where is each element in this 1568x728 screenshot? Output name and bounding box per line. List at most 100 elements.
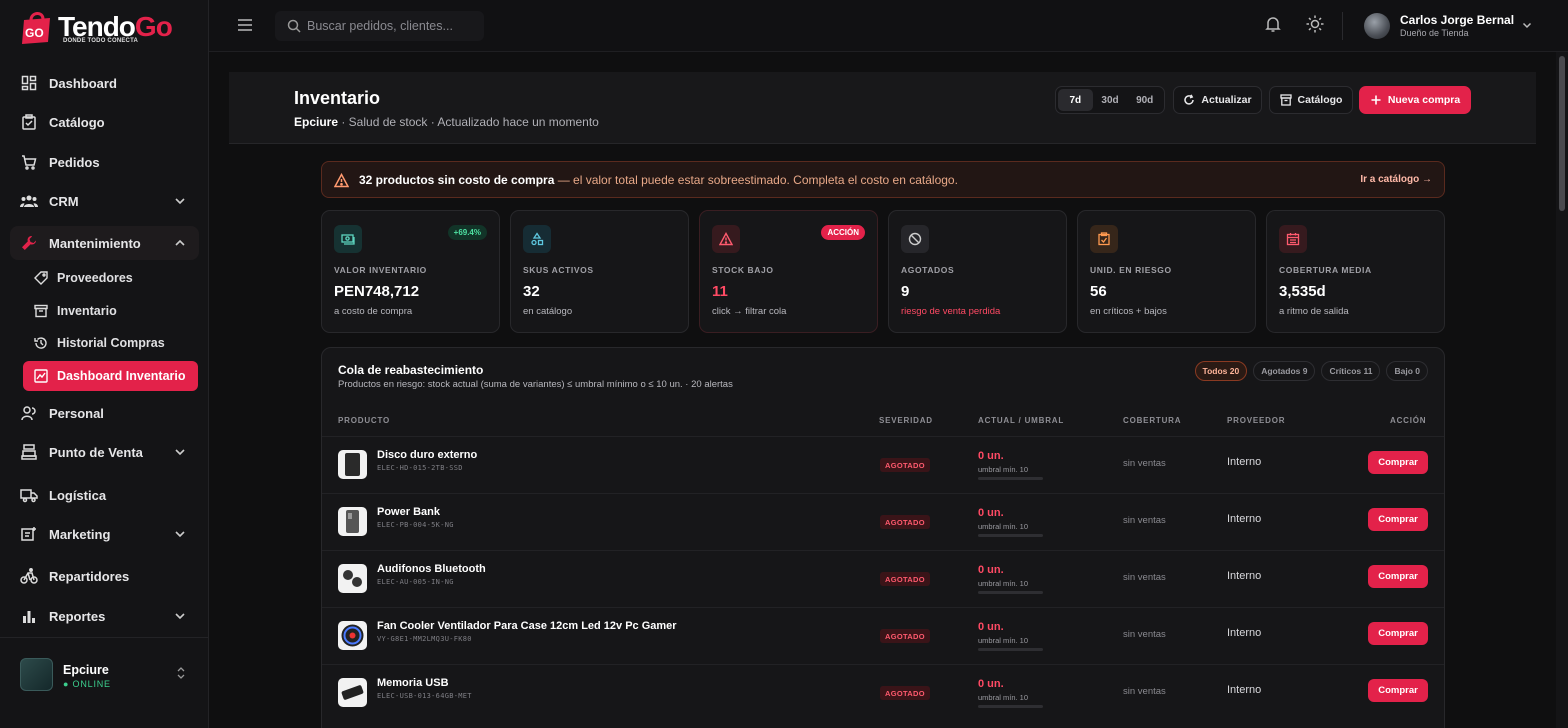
- page-scrollbar[interactable]: [1556, 52, 1568, 728]
- sidebar-subitem-inventario[interactable]: Inventario: [23, 296, 198, 326]
- buy-button[interactable]: Comprar: [1368, 679, 1428, 702]
- stock-progress-bar: [978, 705, 1043, 708]
- threshold: umbral mín. 10: [978, 693, 1029, 702]
- kpi-trend-badge: +69.4%: [447, 225, 487, 240]
- clipboard-check-icon: [1090, 225, 1118, 253]
- chevron-down-icon[interactable]: [1521, 19, 1533, 31]
- store-name: Epciure: [63, 663, 109, 677]
- column-header[interactable]: COBERTURA: [1123, 416, 1181, 425]
- table-row[interactable]: Audifonos Bluetooth ELEC-AU-005-IN-NG AG…: [322, 550, 1444, 607]
- stock-progress-bar: [978, 648, 1043, 651]
- sidebar-item-logistica[interactable]: Logística: [10, 478, 199, 512]
- product-name: Memoria USB: [377, 677, 449, 689]
- sidebar-subitem-proveedores[interactable]: Proveedores: [23, 263, 198, 293]
- current-stock: 0 un.: [978, 450, 1004, 462]
- coverage: sin ventas: [1123, 572, 1166, 583]
- kpi-card-skus-activos: SKUS ACTIVOS 32 en catálogo: [510, 210, 689, 333]
- kpi-card-cobertura-media: COBERTURA MEDIA 3,535d a ritmo de salida: [1266, 210, 1445, 333]
- buy-button[interactable]: Comprar: [1368, 622, 1428, 645]
- column-header[interactable]: PROVEEDOR: [1227, 416, 1285, 425]
- range-90d[interactable]: 90d: [1127, 89, 1162, 111]
- kpi-card-agotados: AGOTADOS 9 riesgo de venta perdida: [888, 210, 1067, 333]
- person-icon: [20, 404, 38, 422]
- go-to-catalog-link[interactable]: Ir a catálogo →: [1360, 174, 1432, 185]
- plus-icon: [1371, 95, 1381, 105]
- table-row[interactable]: Memoria USB ELEC-USB-013-64GB-MET AGOTAD…: [322, 664, 1444, 721]
- table-row[interactable]: Disco duro externo ELEC-HD-015-2TB-SSD A…: [322, 436, 1444, 493]
- sidebar-item-pedidos[interactable]: Pedidos: [10, 145, 199, 179]
- product-name: Audifonos Bluetooth: [377, 563, 486, 575]
- buy-button[interactable]: Comprar: [1368, 565, 1428, 588]
- buy-button[interactable]: Comprar: [1368, 451, 1428, 474]
- kpi-value: 9: [901, 283, 910, 300]
- sidebar-item-personal[interactable]: Personal: [10, 396, 199, 430]
- kpi-label: VALOR INVENTARIO: [334, 265, 427, 275]
- kpi-card-stock-bajo[interactable]: ACCIÓN STOCK BAJO 11 click → filtrar col…: [699, 210, 878, 333]
- sidebar-item-dashboard[interactable]: Dashboard: [10, 66, 199, 100]
- clipboard-icon: [20, 113, 38, 131]
- coverage: sin ventas: [1123, 686, 1166, 697]
- kpi-value: 56: [1090, 283, 1107, 300]
- sidebar-subitem-dashboard-inventario[interactable]: Dashboard Inventario: [23, 361, 198, 391]
- table-row[interactable]: Fan Cooler Ventilador Para Case 12cm Led…: [322, 607, 1444, 664]
- severity-badge: AGOTADO: [880, 686, 930, 700]
- filter-chip-agotados[interactable]: Agotados 9: [1253, 361, 1316, 381]
- kpi-card-valor-inventario: +69.4% VALOR INVENTARIO PEN748,712 a cos…: [321, 210, 500, 333]
- provider: Interno: [1227, 456, 1262, 468]
- catalog-button[interactable]: Catálogo: [1269, 86, 1353, 114]
- product-name: Power Bank: [377, 506, 440, 518]
- product-sku: ELEC-HD-015-2TB-SSD: [377, 464, 463, 472]
- svg-text:GO: GO: [25, 26, 44, 40]
- kpi-value: 3,535d: [1279, 283, 1326, 300]
- kpi-note: a costo de compra: [334, 306, 413, 317]
- campaign-icon: [20, 525, 38, 543]
- sidebar-item-punto-de-venta[interactable]: Punto de Venta: [10, 435, 199, 469]
- filter-chip-todos[interactable]: Todos 20: [1194, 361, 1248, 381]
- range-7d[interactable]: 7d: [1058, 89, 1093, 111]
- menu-icon[interactable]: [236, 16, 254, 34]
- current-stock: 0 un.: [978, 564, 1004, 576]
- buy-button[interactable]: Comprar: [1368, 508, 1428, 531]
- range-30d[interactable]: 30d: [1093, 89, 1128, 111]
- store-switcher[interactable]: Epciure ● ONLINE: [0, 637, 209, 728]
- refresh-button[interactable]: Actualizar: [1173, 86, 1262, 114]
- tag-icon: [33, 271, 48, 286]
- product-thumbnail: [338, 678, 367, 707]
- sidebar-subitem-label: Inventario: [57, 304, 117, 318]
- column-header[interactable]: ACTUAL / UMBRAL: [978, 416, 1064, 425]
- calendar-icon: [1279, 225, 1307, 253]
- sidebar-item-reportes[interactable]: Reportes: [10, 599, 199, 633]
- kpi-label: UNID. EN RIESGO: [1090, 265, 1172, 275]
- scrollbar-thumb[interactable]: [1559, 56, 1565, 211]
- sidebar-subitem-historial-compras[interactable]: Historial Compras: [23, 328, 198, 358]
- sidebar-item-catalogo[interactable]: Catálogo: [10, 105, 199, 139]
- filter-chip-criticos[interactable]: Críticos 11: [1321, 361, 1381, 381]
- swap-vertical-icon[interactable]: [174, 666, 188, 680]
- sun-icon[interactable]: [1305, 14, 1325, 34]
- user-name[interactable]: Carlos Jorge Bernal: [1400, 13, 1514, 27]
- product-sku: ELEC-AU-005-IN-NG: [377, 578, 454, 586]
- sidebar-item-crm[interactable]: CRM: [10, 184, 199, 218]
- filter-chip-bajo[interactable]: Bajo 0: [1386, 361, 1428, 381]
- table-row[interactable]: Power Bank ELEC-PB-004-5K-NG AGOTADO 0 u…: [322, 493, 1444, 550]
- search-box[interactable]: [275, 11, 484, 41]
- kpi-note: en críticos + bajos: [1090, 306, 1167, 317]
- sidebar-item-marketing[interactable]: Marketing: [10, 517, 199, 551]
- chevron-down-icon: [175, 198, 185, 205]
- bell-icon[interactable]: [1264, 15, 1282, 33]
- product-name: Disco duro externo: [377, 449, 478, 461]
- sidebar-item-label: Marketing: [49, 526, 111, 542]
- search-input[interactable]: [307, 11, 477, 41]
- chevron-down-icon: [175, 531, 185, 538]
- provider: Interno: [1227, 684, 1262, 696]
- sidebar-item-repartidores[interactable]: Repartidores: [10, 559, 199, 593]
- avatar[interactable]: [1364, 13, 1390, 39]
- restock-queue: Cola de reabastecimiento Productos en ri…: [321, 347, 1445, 728]
- brand-tagline: DONDE TODO CONECTA: [63, 38, 139, 44]
- main-content: Inventario Epciure · Salud de stock · Ac…: [209, 52, 1556, 728]
- new-purchase-button[interactable]: Nueva compra: [1359, 86, 1471, 114]
- sidebar-item-mantenimiento[interactable]: Mantenimiento: [10, 226, 199, 260]
- divider: [1342, 12, 1343, 40]
- column-header[interactable]: SEVERIDAD: [879, 416, 933, 425]
- column-header[interactable]: PRODUCTO: [338, 416, 390, 425]
